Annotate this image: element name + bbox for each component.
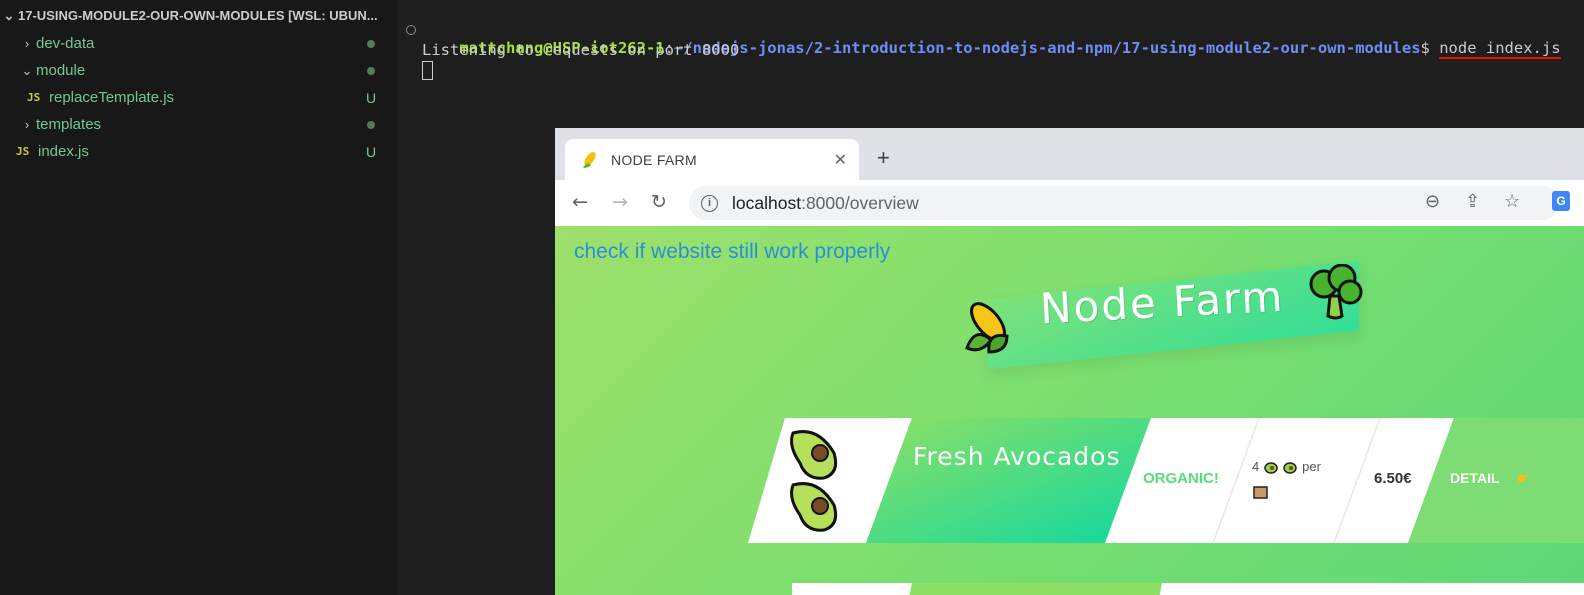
avocado-small-icon — [1264, 461, 1278, 474]
detail-label: DETAIL — [1450, 470, 1500, 486]
box-icon — [1253, 485, 1268, 499]
tree-item-index-js[interactable]: JS index.js U — [0, 138, 397, 165]
tree-item-label: replaceTemplate.js — [49, 89, 175, 106]
annotation-note: check if website still work properly — [574, 240, 891, 263]
explorer-folder-header[interactable]: ⌄ 17-USING-MODULE2-OUR-OWN-MODULES [WSL:… — [0, 2, 397, 29]
product-name[interactable]: Fresh Avocados — [913, 434, 1120, 480]
organic-badge: ORGANIC! — [1143, 470, 1219, 487]
terminal-cursor — [422, 61, 433, 80]
chevron-right-icon: › — [24, 36, 30, 51]
detail-button[interactable]: DETAIL ☛ — [1450, 470, 1530, 487]
corn-favicon-icon — [583, 151, 596, 168]
browser-tab-node-farm[interactable]: NODE FARM ✕ — [565, 139, 859, 180]
tree-item-label: dev-data — [36, 35, 95, 52]
forward-arrow-icon[interactable]: → — [612, 191, 628, 213]
browser-window: NODE FARM ✕ + ← → ↻ i localhost:8000/ove… — [555, 128, 1584, 595]
bookmark-star-icon[interactable]: ☆ — [1504, 191, 1520, 212]
terminal-prompt-symbol: $ — [1420, 39, 1430, 57]
tree-item-replacetemplate-js[interactable]: JS replaceTemplate.js U — [0, 84, 397, 111]
modified-dot-indicator — [367, 66, 375, 75]
url-host: localhost — [732, 192, 802, 213]
explorer-folder-title: 17-USING-MODULE2-OUR-OWN-MODULES [WSL: U… — [18, 8, 378, 23]
terminal-status-circle-icon — [406, 25, 416, 35]
corn-logo-icon — [965, 302, 1009, 354]
product-quantity: 4 per — [1252, 455, 1342, 503]
tree-item-label: templates — [36, 116, 102, 133]
terminal-path: ~/nodejs-jonas/2-introduction-to-nodejs-… — [673, 39, 1421, 57]
quantity-number: 4 — [1252, 459, 1260, 474]
chevron-down-icon: ⌄ — [21, 62, 33, 78]
modified-dot-indicator — [367, 39, 375, 48]
broccoli-logo-icon — [1309, 264, 1363, 320]
new-tab-plus-icon[interactable]: + — [877, 145, 890, 171]
avocado-small-icon — [1283, 461, 1298, 474]
node-farm-page: check if website still work properly Nod… — [555, 226, 1584, 595]
explorer-sidebar: ⌄ 17-USING-MODULE2-OUR-OWN-MODULES [WSL:… — [0, 0, 397, 595]
untracked-badge: U — [366, 89, 377, 106]
js-file-icon: JS — [16, 145, 30, 158]
tab-close-icon[interactable]: ✕ — [834, 150, 847, 170]
quantity-text: per — [1302, 459, 1321, 474]
untracked-badge: U — [366, 143, 377, 160]
tree-item-label: index.js — [38, 143, 89, 160]
terminal-command: node index.js — [1439, 39, 1561, 59]
share-icon[interactable]: ⇪ — [1465, 191, 1480, 212]
pointing-hand-icon: ☛ — [1517, 470, 1530, 486]
tree-item-dev-data[interactable]: › dev-data — [0, 30, 397, 57]
browser-toolbar: ← → ↻ i localhost:8000/overview ⊖ ⇪ ☆ G — [555, 180, 1584, 227]
js-file-icon: JS — [27, 91, 41, 104]
modified-dot-indicator — [367, 120, 375, 129]
chevron-down-icon: ⌄ — [3, 7, 15, 23]
zoom-out-icon[interactable]: ⊖ — [1425, 191, 1440, 212]
browser-tab-title: NODE FARM — [611, 151, 697, 168]
google-extension-icon[interactable]: G — [1552, 191, 1570, 211]
tree-item-module[interactable]: ⌄ module — [0, 57, 397, 84]
back-arrow-icon[interactable]: ← — [572, 191, 588, 213]
terminal-output-line: Listening to requests on port 8000 — [422, 41, 740, 59]
tab-strip: NODE FARM ✕ + — [555, 128, 1584, 180]
tree-item-label: module — [36, 62, 86, 79]
chevron-right-icon: › — [24, 117, 30, 132]
product-price: 6.50€ — [1374, 470, 1412, 487]
next-product-card[interactable] — [792, 583, 1584, 595]
address-bar[interactable]: i localhost:8000/overview ⊖ ⇪ ☆ — [689, 186, 1559, 220]
tree-item-templates[interactable]: › templates — [0, 111, 397, 138]
reload-icon[interactable]: ↻ — [651, 191, 667, 213]
url-path: :8000/overview — [801, 192, 919, 213]
site-info-icon[interactable]: i — [701, 194, 718, 212]
